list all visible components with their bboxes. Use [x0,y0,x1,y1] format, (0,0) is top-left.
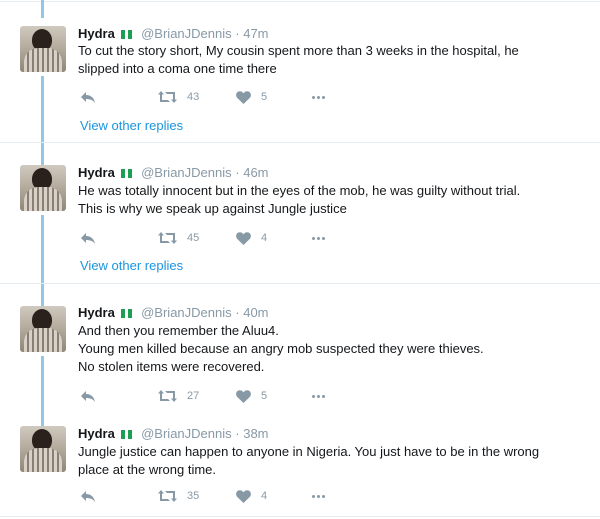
separator-dot: · [235,26,240,41]
like-count: 5 [261,91,268,103]
tweet-text-line: He was totally innocent but in the eyes … [78,183,521,198]
thread-line [41,76,44,142]
tweet-header: Hydra @BrianJDennis · 46m [78,165,269,181]
tweet-text-line: Young men killed because an angry mob su… [78,341,484,356]
more-button[interactable] [312,230,325,246]
display-name[interactable]: Hydra [78,426,115,441]
retweet-count: 35 [187,490,200,502]
retweet-icon [158,390,177,402]
retweet-icon [158,91,177,103]
tweet-thread: Hydra @BrianJDennis · 47m To cut the sto… [0,0,600,519]
tweet-header: Hydra @BrianJDennis · 38m [78,426,269,442]
nigeria-flag-icon [121,27,134,39]
more-button[interactable] [312,388,325,404]
tweet-text: He was totally innocent but in the eyes … [78,182,583,218]
reply-button[interactable] [80,488,96,504]
reply-icon [81,232,95,244]
reply-button[interactable] [80,89,96,105]
avatar[interactable] [20,165,66,211]
heart-icon [236,489,251,503]
handle[interactable]: @BrianJDennis [141,26,232,41]
retweet-count: 43 [187,91,200,103]
retweet-button[interactable]: 43 [158,89,199,105]
tweet[interactable]: Hydra @BrianJDennis · 38m Jungle justice… [0,408,600,516]
handle[interactable]: @BrianJDennis [141,305,232,320]
tweet-text-line: And then you remember the Aluu4. [78,323,279,338]
tweet-text-line: To cut the story short, My cousin spent … [78,43,519,58]
nigeria-flag-icon [121,306,134,318]
tweet-text-line: No stolen items were recovered. [78,359,265,374]
display-name[interactable]: Hydra [78,165,115,180]
thread-line [41,215,44,283]
nigeria-flag-icon [121,427,134,439]
separator-dot: · [235,305,240,320]
retweet-button[interactable]: 45 [158,230,199,246]
tweet-text-line: place at the wrong time. [78,462,217,477]
reply-icon [81,91,95,103]
reply-button[interactable] [80,388,96,404]
display-name[interactable]: Hydra [78,305,115,320]
retweet-count: 45 [187,232,200,244]
heart-icon [236,231,251,245]
timestamp[interactable]: 40m [243,305,268,320]
thread-line [41,408,44,426]
more-button[interactable] [312,488,325,504]
tweet-actions: 43 5 [78,89,378,105]
tweet-text-line: This is why we speak up against Jungle j… [78,201,347,216]
separator-dot: · [235,165,240,180]
tweet[interactable]: Hydra @BrianJDennis · 40m And then you r… [0,284,600,426]
tweet-text: Jungle justice can happen to anyone in N… [78,443,583,479]
retweet-button[interactable]: 27 [158,388,199,404]
tweet-header: Hydra @BrianJDennis · 40m [78,305,269,321]
tweet[interactable]: Hydra @BrianJDennis · 47m To cut the sto… [0,0,600,142]
tweet-text-line: slipped into a coma one time there [78,61,277,76]
like-button[interactable]: 5 [236,388,267,404]
retweet-icon [158,232,177,244]
like-button[interactable]: 4 [236,230,267,246]
tweet-text-line: Jungle justice can happen to anyone in N… [78,444,540,459]
reply-icon [81,490,95,502]
reply-icon [81,390,95,402]
tweet[interactable]: Hydra @BrianJDennis · 46m He was totally… [0,143,600,283]
timestamp[interactable]: 46m [243,165,268,180]
tweet-header: Hydra @BrianJDennis · 47m [78,26,269,42]
like-count: 4 [261,490,268,502]
like-count: 5 [261,390,268,402]
divider [0,516,600,517]
retweet-icon [158,490,177,502]
retweet-count: 27 [187,390,200,402]
more-button[interactable] [312,89,325,105]
avatar[interactable] [20,26,66,72]
retweet-button[interactable]: 35 [158,488,199,504]
more-icon [312,394,325,398]
heart-icon [236,389,251,403]
handle[interactable]: @BrianJDennis [141,165,232,180]
tweet-actions: 45 4 [78,230,378,246]
separator-dot: · [235,426,240,441]
like-count: 4 [261,232,268,244]
display-name[interactable]: Hydra [78,26,115,41]
reply-button[interactable] [80,230,96,246]
view-other-replies-link[interactable]: View other replies [80,118,183,133]
timestamp[interactable]: 38m [243,426,268,441]
nigeria-flag-icon [121,166,134,178]
tweet-actions: 27 5 [78,388,378,404]
handle[interactable]: @BrianJDennis [141,426,232,441]
like-button[interactable]: 5 [236,89,267,105]
like-button[interactable]: 4 [236,488,267,504]
timestamp[interactable]: 47m [243,26,268,41]
more-icon [312,494,325,498]
avatar[interactable] [20,306,66,352]
tweet-text: To cut the story short, My cousin spent … [78,42,583,78]
tweet-actions: 35 4 [78,488,378,504]
view-other-replies-link[interactable]: View other replies [80,258,183,273]
avatar[interactable] [20,426,66,472]
tweet-text: And then you remember the Aluu4. Young m… [78,322,583,376]
more-icon [312,95,325,99]
heart-icon [236,90,251,104]
more-icon [312,236,325,240]
